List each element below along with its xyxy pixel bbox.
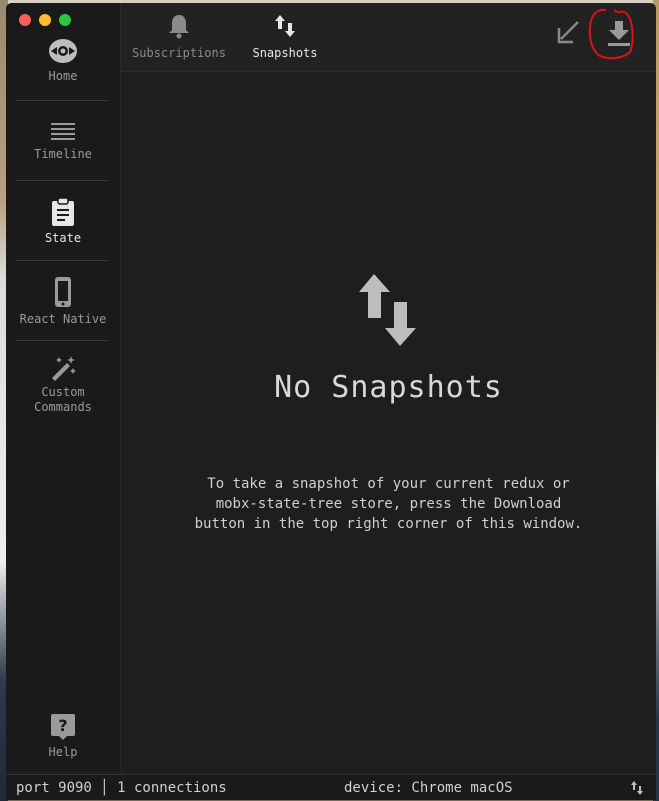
home-icon <box>49 39 77 63</box>
bell-icon <box>169 15 189 39</box>
phone-icon <box>55 277 71 307</box>
tab-subscriptions[interactable]: Subscriptions <box>131 13 227 60</box>
arrows-up-down-icon <box>275 15 295 37</box>
annotation-circle <box>588 8 634 59</box>
zoom-window-button[interactable] <box>59 14 71 26</box>
sidebar-item-label: Help <box>48 745 78 759</box>
empty-state-message: To take a snapshot of your current redux… <box>194 476 583 532</box>
divider <box>16 340 109 341</box>
sidebar: Home Timeline State React Native Custom … <box>6 3 121 771</box>
sidebar-item-timeline[interactable]: Timeline <box>6 121 120 162</box>
divider <box>16 260 109 261</box>
empty-state-title: No Snapshots <box>274 370 503 405</box>
sidebar-item-label: Timeline <box>34 147 92 161</box>
arrows-up-down-icon <box>359 274 416 346</box>
window-controls <box>19 14 71 26</box>
top-toolbar: Subscriptions Snapshots <box>121 3 656 72</box>
sidebar-item-custom-commands[interactable]: Custom Commands <box>6 355 120 415</box>
tab-label: Snapshots <box>252 46 318 60</box>
arrows-up-down-icon[interactable] <box>630 780 644 796</box>
sidebar-item-label: Home <box>48 69 78 83</box>
import-snapshot-button[interactable] <box>556 19 582 49</box>
sidebar-item-home[interactable]: Home <box>6 37 120 84</box>
timeline-icon <box>51 123 75 140</box>
sidebar-item-label: Custom Commands <box>34 385 92 414</box>
sidebar-item-state[interactable]: State <box>6 197 120 246</box>
app-window: Home Timeline State React Native Custom … <box>6 3 656 800</box>
status-bar: port 9090 │ 1 connections device: Chrome… <box>6 774 656 800</box>
sidebar-item-help[interactable]: ? Help <box>6 713 120 760</box>
sidebar-item-label: State <box>44 231 82 245</box>
close-window-button[interactable] <box>19 14 31 26</box>
tab-label: Subscriptions <box>132 46 226 60</box>
clipboard-icon <box>52 197 74 226</box>
help-icon: ? <box>51 714 75 740</box>
svg-text:?: ? <box>58 716 67 735</box>
device-status: device: Chrome macOS <box>344 780 513 796</box>
sidebar-item-react-native[interactable]: React Native <box>6 276 120 327</box>
tab-snapshots[interactable]: Snapshots <box>245 13 325 60</box>
arrow-down-left-icon <box>557 21 579 44</box>
connection-status: port 9090 │ 1 connections <box>16 780 227 796</box>
divider <box>16 180 109 181</box>
divider <box>16 100 109 101</box>
magic-wand-icon <box>52 356 76 381</box>
sidebar-item-label: React Native <box>19 312 107 326</box>
minimize-window-button[interactable] <box>39 14 51 26</box>
snapshots-panel: No Snapshots To take a snapshot of your … <box>121 72 656 771</box>
